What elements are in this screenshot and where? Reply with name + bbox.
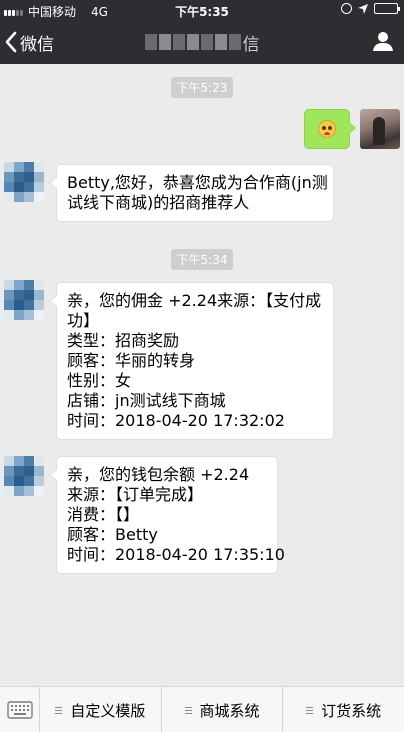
title-redacted [144, 34, 241, 50]
menu-label: 自定义模版 [70, 701, 146, 720]
keyboard-icon [6, 701, 33, 719]
message-text-line: 消费：【】 [67, 505, 140, 524]
angry-face-icon [318, 120, 336, 138]
menu-label: 商城系统 [199, 701, 260, 720]
received-message-bubble[interactable]: 亲，您的钱包余额 +2.24 来源：【订单完成】 消费：【】 顾客：Betty … [50, 456, 285, 574]
message-text-line: 性别：女 [67, 371, 132, 390]
timestamp-label: 下午5:23 [170, 77, 234, 98]
message-text-line: 亲，您的钱包余额 +2.24 [67, 465, 250, 484]
timestamp: 下午5:23 [0, 77, 404, 98]
menu-custom-template[interactable]: 自定义模版 [40, 687, 162, 732]
contact-avatar[interactable] [4, 280, 44, 320]
timestamp-label: 下午5:34 [170, 249, 234, 270]
message-text-line: Betty,您好，恭喜您成为合作商(jn测 [67, 173, 328, 192]
location-icon [358, 3, 368, 14]
keyboard-toggle-button[interactable] [0, 687, 40, 732]
sent-message-bubble[interactable] [304, 109, 356, 149]
contact-avatar[interactable] [4, 162, 44, 202]
timestamp: 下午5:34 [0, 249, 404, 270]
contact-avatar[interactable] [4, 456, 44, 496]
chevron-left-icon [5, 31, 17, 53]
status-bar: 中国移动 4G 下午5:35 [0, 0, 404, 20]
message-text-line: 顾客：华丽的转身 [67, 351, 196, 370]
message-text-line: 功】 [67, 311, 100, 330]
back-label: 微信 [20, 34, 54, 55]
bottom-menu-bar: 自定义模版 商城系统 订货系统 [0, 686, 404, 732]
menu-lines-icon [184, 706, 192, 714]
rotation-lock-icon [341, 3, 352, 14]
menu-lines-icon [55, 706, 63, 714]
message-text-line: 顾客：Betty [67, 525, 158, 544]
avatar-figure [373, 117, 385, 145]
message-text-line: 试线下商城)的招商推荐人 [67, 193, 250, 212]
menu-lines-icon [306, 706, 314, 714]
battery-icon [374, 3, 400, 14]
chat-title: 信 [140, 20, 264, 64]
status-right [341, 3, 400, 14]
received-message-bubble[interactable]: 亲，您的佣金 +2.24来源：【支付成 功】 类型：招商奖励 顾客：华丽的转身 … [50, 282, 334, 440]
my-avatar[interactable] [360, 109, 400, 149]
menu-order-system[interactable]: 订货系统 [283, 687, 404, 732]
menu-label: 订货系统 [321, 701, 382, 720]
nav-bar: 微信 信 [0, 20, 404, 64]
message-text-line: 来源：【订单完成】 [67, 485, 204, 504]
message-text-line: 时间：2018-04-20 17:32:02 [67, 411, 285, 430]
message-text-line: 店铺：jn测试线下商城 [67, 391, 226, 410]
message-text-line: 亲，您的佣金 +2.24来源：【支付成 [67, 291, 322, 310]
back-button[interactable]: 微信 [4, 20, 54, 64]
message-text-line: 类型：招商奖励 [67, 331, 180, 350]
message-text-line: 时间：2018-04-20 17:35:10 [67, 545, 285, 564]
menu-mall-system[interactable]: 商城系统 [162, 687, 284, 732]
user-profile-icon[interactable] [372, 30, 394, 52]
title-visible-fragment: 信 [242, 34, 260, 55]
received-message-bubble[interactable]: Betty,您好，恭喜您成为合作商(jn测 试线下商城)的招商推荐人 [50, 164, 334, 222]
